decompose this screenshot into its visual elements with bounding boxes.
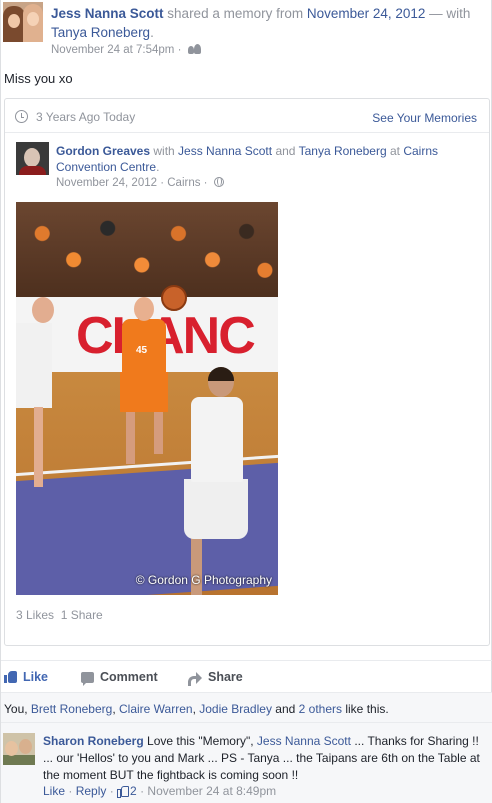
original-post-meta: November 24, 2012 · Cairns · — [56, 177, 224, 189]
and-text: and — [271, 702, 299, 716]
comment-body: Sharon Roneberg Love this "Memory", Jess… — [43, 733, 483, 784]
with-text: — with — [425, 6, 471, 21]
and-text: and — [272, 144, 299, 158]
like-count: 2 — [130, 784, 137, 798]
comment-meta: Like · Reply · 2 · November 24 at 8:49pm — [43, 784, 276, 798]
commenter-avatar[interactable] — [3, 733, 35, 765]
like-label: Like — [23, 670, 49, 684]
memory-stats: 3 Likes 1 Share — [16, 608, 103, 622]
separator: · — [65, 784, 76, 798]
commenter-name-link[interactable]: Sharon Roneberg — [43, 734, 144, 748]
like-button[interactable]: Like — [4, 670, 48, 684]
comment-item: Sharon Roneberg Love this "Memory", Jess… — [1, 722, 492, 803]
period: . — [150, 25, 154, 40]
friends-icon[interactable] — [187, 44, 202, 54]
city-link[interactable]: Cairns — [167, 177, 200, 189]
separator: · — [136, 784, 148, 798]
share-arrow-icon — [188, 672, 202, 686]
clock-icon — [15, 110, 28, 123]
others-likers-link[interactable]: 2 others — [299, 702, 342, 716]
with-text: with — [150, 144, 179, 158]
post-timestamp[interactable]: November 24 at 7:54pm — [51, 44, 174, 56]
likes-prefix: You, — [4, 702, 31, 716]
comment-text: Love this "Memory", — [143, 734, 257, 748]
jersey-number: 45 — [136, 345, 148, 356]
separator: · — [174, 44, 185, 56]
shares-count-link[interactable]: 1 Share — [61, 608, 103, 622]
basketball-photo[interactable]: CHANC 45 © Gordon G Phot — [16, 202, 278, 595]
post-header: Jess Nanna Scott shared a memory from No… — [1, 0, 492, 60]
memory-date-link[interactable]: November 24, 2012 — [307, 6, 426, 21]
likes-summary: You, Brett Roneberg, Claire Warren, Jodi… — [1, 692, 492, 722]
memory-card: 3 Years Ago Today See Your Memories Gord… — [4, 98, 490, 646]
tagged-friend-link[interactable]: Tanya Roneberg — [299, 144, 387, 158]
share-label: Share — [208, 670, 243, 684]
separator: · — [106, 784, 118, 798]
comment-reply-link[interactable]: Reply — [76, 784, 107, 798]
photo-player-white — [166, 367, 256, 595]
comment-button[interactable]: Comment — [81, 670, 158, 686]
comment-like-count[interactable]: 2 — [117, 784, 137, 798]
original-date[interactable]: November 24, 2012 — [56, 177, 157, 189]
comment-label: Comment — [100, 670, 158, 684]
separator: · — [200, 177, 211, 189]
mention-link[interactable]: Jess Nanna Scott — [257, 734, 351, 748]
photo-watermark: © Gordon G Photography — [135, 573, 272, 587]
photo-player-left — [16, 297, 61, 497]
liker-link[interactable]: Brett Roneberg — [31, 702, 112, 716]
likes-count-link[interactable]: 3 Likes — [16, 608, 54, 622]
tagged-friend-link[interactable]: Jess Nanna Scott — [178, 144, 272, 158]
original-post-headline: Gordon Greaves with Jess Nanna Scott and… — [56, 143, 476, 175]
shared-text: shared a memory from — [163, 6, 307, 21]
post-meta: November 24 at 7:54pm · — [51, 44, 202, 56]
tagged-friend-link[interactable]: Tanya Roneberg — [51, 25, 150, 40]
basketball — [161, 285, 187, 311]
author-name-link[interactable]: Jess Nanna Scott — [51, 6, 164, 21]
liker-link[interactable]: Claire Warren — [119, 702, 193, 716]
shared-memory-post: Jess Nanna Scott shared a memory from No… — [0, 0, 492, 803]
thumbs-up-icon — [4, 671, 17, 683]
likes-suffix: like this. — [342, 702, 389, 716]
author-avatar[interactable] — [3, 2, 43, 42]
comment-bubble-icon — [81, 672, 94, 686]
at-text: at — [386, 144, 404, 158]
post-headline: Jess Nanna Scott shared a memory from No… — [51, 4, 491, 42]
liker-link[interactable]: Jodie Bradley — [199, 702, 272, 716]
memory-card-header: 3 Years Ago Today See Your Memories — [5, 99, 489, 133]
thumbs-up-icon — [117, 786, 130, 798]
comment-timestamp[interactable]: November 24 at 8:49pm — [147, 784, 276, 798]
share-button[interactable]: Share — [188, 670, 243, 686]
photo-crowd — [16, 202, 278, 307]
years-ago-label: 3 Years Ago Today — [36, 110, 136, 124]
separator: · — [157, 177, 168, 189]
status-text: Miss you xo — [4, 71, 73, 86]
see-your-memories-link[interactable]: See Your Memories — [372, 111, 477, 125]
period: . — [156, 160, 160, 174]
comment-like-link[interactable]: Like — [43, 784, 65, 798]
globe-icon[interactable] — [213, 177, 224, 187]
comma: , — [112, 702, 119, 716]
post-actions-bar: Like Comment Share — [1, 660, 492, 692]
original-author-link[interactable]: Gordon Greaves — [56, 144, 150, 158]
original-author-avatar[interactable] — [16, 142, 49, 175]
